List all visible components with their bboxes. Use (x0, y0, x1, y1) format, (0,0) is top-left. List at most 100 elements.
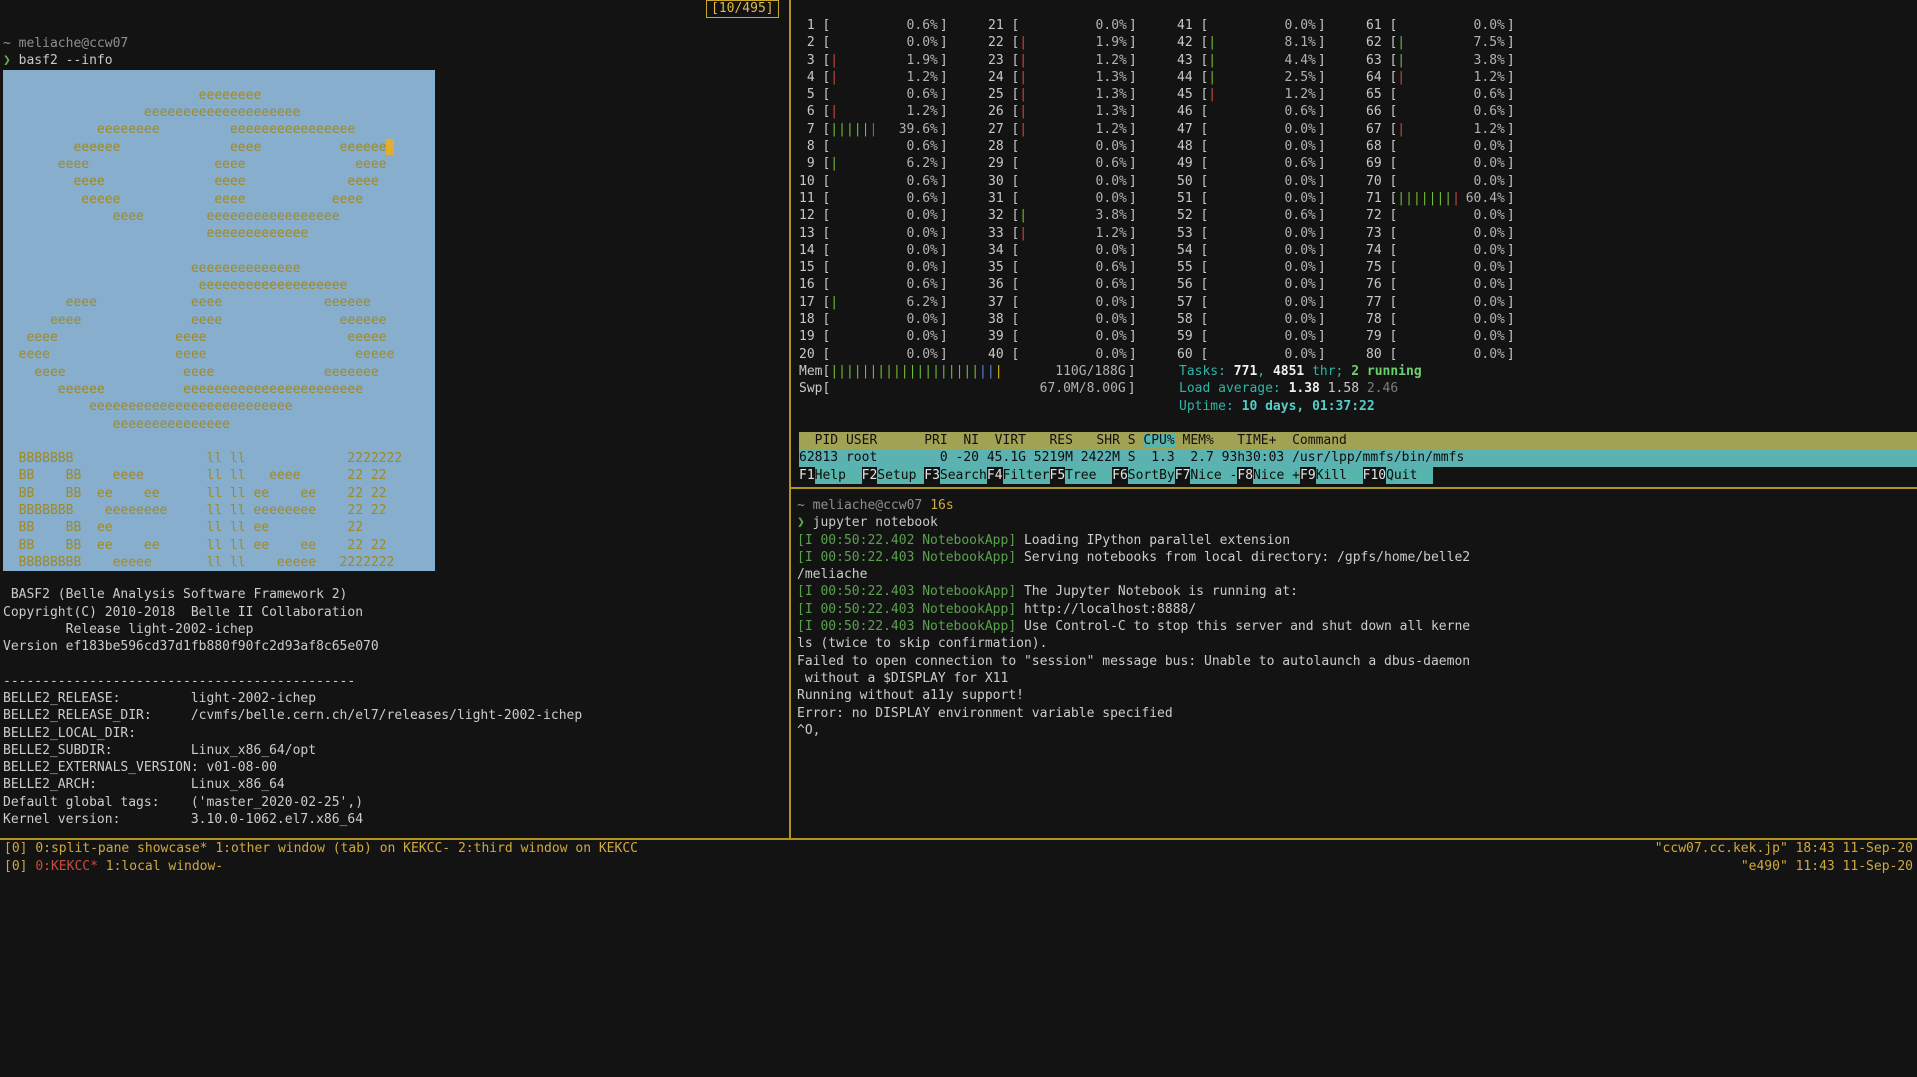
fkey-f7[interactable]: F7 (1175, 467, 1191, 484)
log-line: [I 00:50:22.403 NotebookApp] Use Control… (797, 618, 1917, 635)
status-host-time-inner: "e490" 11:43 11-Sep-20 (1741, 858, 1913, 876)
fkey-f5[interactable]: F5 (1050, 467, 1066, 484)
fkey-f3[interactable]: F3 (924, 467, 940, 484)
cpu-meter-33: 33 [|1.2%] (988, 225, 1177, 242)
sort-column-cpu[interactable]: CPU% (1143, 433, 1174, 448)
fkey-f4[interactable]: F4 (987, 467, 1003, 484)
cpu-meter-37: 37 [0.0%] (988, 294, 1177, 311)
cpu-meter-4: 4 [|1.2%] (799, 69, 988, 86)
process-table-header[interactable]: PID USER PRI NI VIRT RES SHR S CPU% MEM%… (799, 432, 1917, 449)
cpu-meter-49: 49 [0.6%] (1177, 155, 1366, 172)
memory-meter-text: 110G/188G (1055, 363, 1125, 380)
fkey-f2[interactable]: F2 (862, 467, 878, 484)
cpu-meter-1: 1 [0.6%] (799, 17, 988, 34)
cpu-meter-53: 53 [0.0%] (1177, 225, 1366, 242)
fkey-label-f1[interactable]: Help (815, 467, 862, 484)
log-line: /meliache (797, 566, 1917, 583)
fkey-label-f9[interactable]: Kill (1316, 467, 1363, 484)
terminal-screen: ~ meliache@ccw07 ❯ basf2 --info eeeeeeee… (0, 0, 1917, 1077)
prompt-line-left: ❯ basf2 --info (3, 52, 789, 69)
cpu-meter-22: 22 [|1.9%] (988, 34, 1177, 51)
segment-0: Uptime: (1179, 399, 1242, 414)
basf2-info-output: BASF2 (Belle Analysis Software Framework… (3, 586, 789, 828)
segment-1: 771 (1234, 364, 1257, 379)
cpu-meter-12: 12 [0.0%] (799, 207, 988, 224)
fkey-label-f3[interactable]: Search (940, 467, 987, 484)
segment-1[interactable]: 0:split-pane showcase* (35, 841, 215, 856)
cpu-meter-8: 8 [0.6%] (799, 138, 988, 155)
segment-3: 2.46 (1367, 381, 1398, 396)
cpu-meter-15: 15 [0.0%] (799, 259, 988, 276)
fkey-label-f8[interactable]: Nice + (1253, 467, 1300, 484)
cpu-meter-28: 28 [0.0%] (988, 138, 1177, 155)
basf2-logo-block: eeeeeeee eeeeeeeeeeeeeeeeeeee eeeeeeee e… (3, 70, 435, 572)
cpu-meter-40: 40 [0.0%] (988, 346, 1177, 363)
prompt-symbol: ❯ (797, 515, 805, 530)
segment-1: 1.38 (1289, 381, 1328, 396)
cpu-meter-13: 13 [0.0%] (799, 225, 988, 242)
cpu-meter-69: 69 [0.0%] (1366, 155, 1555, 172)
segment-0[interactable]: [0] (4, 859, 35, 874)
tmux-status-area: [0] 0:split-pane showcase* 1:other windo… (0, 838, 1917, 876)
cpu-meter-80: 80 [0.0%] (1366, 346, 1555, 363)
fkey-label-f6[interactable]: SortBy (1128, 467, 1175, 484)
cpu-meter-77: 77 [0.0%] (1366, 294, 1555, 311)
fkey-f6[interactable]: F6 (1112, 467, 1128, 484)
segment-3[interactable]: 2:third window on KEKCC (458, 841, 638, 856)
fkey-label-f4[interactable]: Filter (1003, 467, 1050, 484)
htop-pane[interactable]: 1 [0.6%]2 [0.0%]3 [|1.9%]4 [|1.2%]5 [0.6… (791, 0, 1917, 487)
cpu-meter-65: 65 [0.6%] (1366, 86, 1555, 103)
cpu-meter-16: 16 [0.6%] (799, 276, 988, 293)
segment-2[interactable]: 1:local window- (106, 859, 223, 874)
segment-2[interactable]: 1:other window (tab) on KEKCC- (215, 841, 458, 856)
fkey-label-f10[interactable]: Quit (1386, 467, 1433, 484)
segment-0[interactable]: [0] (4, 841, 35, 856)
shell-pane-basf2[interactable]: ~ meliache@ccw07 ❯ basf2 --info eeeeeeee… (0, 0, 789, 838)
fkey-f9[interactable]: F9 (1300, 467, 1316, 484)
segment-5: 2 (1351, 364, 1359, 379)
memory-meter-ticks: |||||||||||||||||||||| (830, 363, 1002, 380)
process-row[interactable]: 62813 root 0 -20 45.1G 5219M 2422M S 1.3… (799, 449, 1917, 466)
cpu-meter-20: 20 [0.0%] (799, 346, 988, 363)
swap-meter-text: 67.0M/8.00G (1040, 380, 1126, 397)
shell-pane-jupyter[interactable]: ~ meliache@ccw0716s ❯ jupyter notebook [… (791, 489, 1917, 838)
screen-filler (0, 876, 1917, 1077)
cpu-meter-30: 30 [0.0%] (988, 173, 1177, 190)
segment-0: Load average: (1179, 381, 1289, 396)
command-basf2 (11, 53, 19, 68)
tasks-summary: Tasks: 771, 4851 thr; 2 running (1179, 363, 1422, 380)
log-line: ls (twice to skip confirmation). (797, 635, 1917, 652)
cpu-meter-48: 48 [0.0%] (1177, 138, 1366, 155)
fkey-label-f7[interactable]: Nice - (1190, 467, 1237, 484)
segment-3: 4851 (1273, 364, 1304, 379)
segment-2: 1.58 (1328, 381, 1367, 396)
cpu-meter-34: 34 [0.0%] (988, 242, 1177, 259)
segment-0: Tasks: (1179, 364, 1234, 379)
fkey-label-f5[interactable]: Tree (1065, 467, 1112, 484)
segment-1[interactable]: 0:KEKCC* (35, 859, 105, 874)
status-windows-outer: [0] 0:split-pane showcase* 1:other windo… (4, 840, 638, 858)
cpu-meter-26: 26 [|1.3%] (988, 103, 1177, 120)
fkey-label-f2[interactable]: Setup (877, 467, 924, 484)
cpu-meter-70: 70 [0.0%] (1366, 173, 1555, 190)
fkey-f1[interactable]: F1 (799, 467, 815, 484)
cpu-meter-67: 67 [|1.2%] (1366, 121, 1555, 138)
terminal-cursor (386, 139, 394, 155)
segment-4: thr; (1304, 364, 1351, 379)
tmux-status-inner: [0] 0:KEKCC* 1:local window- "e490" 11:4… (0, 858, 1917, 876)
cpu-meter-29: 29 [0.6%] (988, 155, 1177, 172)
cpu-meter-31: 31 [0.0%] (988, 190, 1177, 207)
fkey-f8[interactable]: F8 (1237, 467, 1253, 484)
cpu-meter-5: 5 [0.6%] (799, 86, 988, 103)
cpu-meter-19: 19 [0.0%] (799, 328, 988, 345)
cpu-meter-59: 59 [0.0%] (1177, 328, 1366, 345)
log-line: without a $DISPLAY for X11 (797, 670, 1917, 687)
log-line: Running without a11y support! (797, 687, 1917, 704)
cpu-meter-32: 32 [|3.8%] (988, 207, 1177, 224)
cpu-meter-71: 71 [||||||||60.4%] (1366, 190, 1555, 207)
htop-summary: Tasks: 771, 4851 thr; 2 running Load ave… (1179, 363, 1422, 415)
cpu-meter-21: 21 [0.0%] (988, 17, 1177, 34)
fkey-f10[interactable]: F10 (1363, 467, 1386, 484)
status-windows-inner: [0] 0:KEKCC* 1:local window- (4, 858, 223, 876)
swap-meter: Swp[67.0M/8.00G] (799, 380, 1179, 397)
